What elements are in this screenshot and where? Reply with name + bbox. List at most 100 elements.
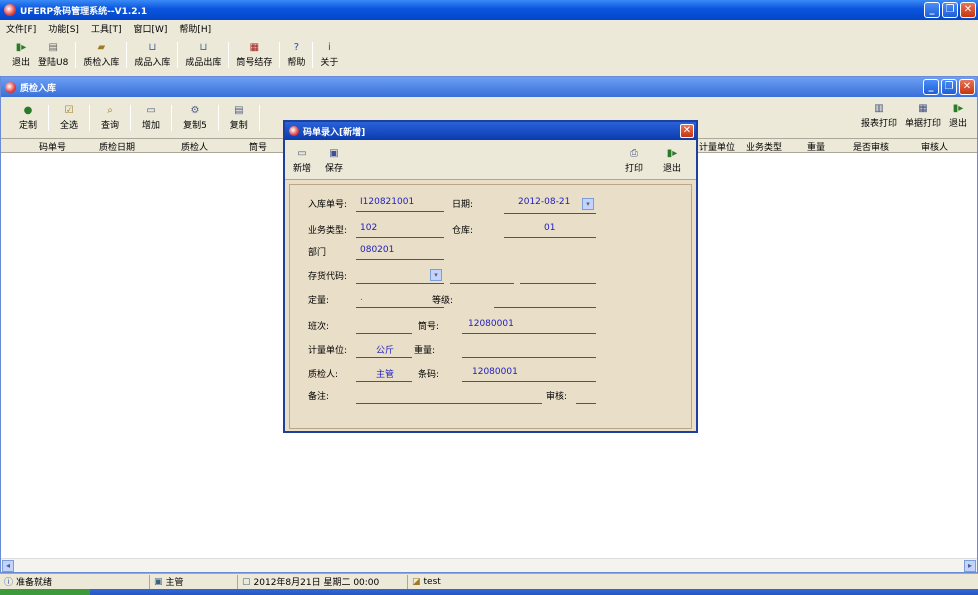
dialog-toolbar: ▭ 新增 ▣ 保存 ⎙ 打印 ▮▸ 退出 [285, 140, 696, 180]
customize-icon: ● [23, 104, 33, 116]
exit-icon: ▮▸ [15, 42, 27, 53]
minimize-button[interactable]: _ [924, 2, 940, 18]
inbound-no-label: 入库单号: [308, 200, 348, 210]
unit-field[interactable]: 公斤 [376, 343, 394, 356]
child-logo-icon [5, 81, 16, 93]
help-button[interactable]: ? 帮助 [283, 40, 309, 70]
menu-function[interactable]: 功能[S] [48, 22, 79, 35]
login-u8-button[interactable]: ▤ 登陆U8 [34, 40, 72, 70]
doc-print-icon: ▦ [918, 103, 928, 114]
taskbar [0, 589, 978, 595]
child-close-button[interactable]: ✕ [959, 79, 975, 95]
barcode-label: 条码: [418, 370, 440, 380]
exit-icon: ▮▸ [666, 148, 678, 159]
inspector-field[interactable]: 主管 [376, 367, 394, 380]
app-logo-icon [4, 4, 16, 16]
menubar: 文件[F] 功能[S] 工具[T] 窗口[W] 帮助[H] [0, 20, 978, 36]
doc-print-button[interactable]: ▦ 单据打印 [901, 101, 945, 131]
weight-label: 重量: [414, 346, 436, 356]
entry-form: 入库单号: I120821001 日期: 2012-08-21 ▾ 业务类型: … [289, 184, 692, 429]
copy5-button[interactable]: ⚙ 复制5 [175, 103, 215, 133]
about-button[interactable]: i 关于 [316, 40, 342, 70]
child-minimize-button[interactable]: _ [923, 79, 939, 95]
date-dropdown-icon[interactable]: ▾ [582, 198, 594, 210]
add-icon: ▭ [146, 104, 156, 116]
report-print-button[interactable]: ▥ 报表打印 [857, 101, 901, 131]
copy-icon: ▤ [234, 104, 244, 116]
status-db: test [423, 576, 441, 587]
col-header[interactable]: 重量 [807, 140, 825, 153]
biz-type-label: 业务类型: [308, 226, 348, 236]
restore-button[interactable]: ❐ [942, 2, 958, 18]
dept-field[interactable]: 080201 [360, 245, 394, 255]
dialog-print-button[interactable]: ⎙ 打印 [621, 146, 647, 176]
dialog-save-button[interactable]: ▣ 保存 [321, 146, 347, 176]
tube-field[interactable]: 12080001 [468, 319, 514, 329]
warehouse-field[interactable]: 01 [544, 223, 555, 233]
add-button[interactable]: ▭ 增加 [134, 103, 168, 133]
col-header[interactable]: 筒号 [249, 140, 267, 153]
copy-button[interactable]: ▤ 复制 [222, 103, 256, 133]
col-header[interactable]: 审核人 [921, 140, 948, 153]
start-button[interactable] [0, 589, 90, 595]
print-icon: ⎙ [630, 148, 638, 159]
status-user: 主管 [165, 578, 184, 588]
child-titlebar: 质检入库 _ ❐ ✕ [1, 77, 977, 97]
status-info-icon: ⓘ [4, 578, 14, 588]
calendar-icon: ▢ [242, 576, 251, 587]
child-exit-button[interactable]: ▮▸ 退出 [945, 101, 971, 131]
col-header[interactable]: 计量单位 [699, 140, 735, 153]
database-icon: ▤ [48, 42, 58, 53]
scroll-right-icon[interactable]: ▸ [964, 560, 976, 572]
select-all-icon: ☑ [64, 104, 74, 116]
shift-label: 班次: [308, 322, 330, 332]
inbound-no-field[interactable]: I120821001 [360, 197, 414, 207]
date-label: 日期: [452, 200, 474, 210]
fixed-field[interactable]: . [360, 293, 363, 303]
tube-stock-button[interactable]: ▦ 筒号结存 [232, 40, 276, 70]
database-icon: ◪ [412, 576, 421, 587]
col-header[interactable]: 业务类型 [746, 140, 782, 153]
horizontal-scrollbar[interactable]: ◂ ▸ [1, 558, 977, 572]
menu-window[interactable]: 窗口[W] [133, 22, 167, 35]
app-title: UFERP条码管理系统--V1.2.1 [20, 6, 148, 17]
customize-button[interactable]: ● 定制 [11, 103, 45, 133]
dialog-close-button[interactable]: ✕ [680, 124, 694, 138]
barcode-field[interactable]: 12080001 [472, 367, 518, 377]
scroll-left-icon[interactable]: ◂ [2, 560, 14, 572]
dialog-title: 码单录入[新增] [303, 127, 366, 138]
menu-tools[interactable]: 工具[T] [91, 22, 122, 35]
qc-inbound-button[interactable]: ▰ 质检入库 [79, 40, 123, 70]
dept-label: 部门 [308, 248, 327, 258]
dialog-new-button[interactable]: ▭ 新增 [289, 146, 315, 176]
report-print-icon: ▥ [874, 103, 884, 114]
tray-out-icon: ⊔ [199, 42, 208, 53]
col-header[interactable]: 质检日期 [99, 140, 135, 153]
col-header[interactable]: 码单号 [39, 140, 66, 153]
child-title: 质检入库 [20, 83, 57, 94]
query-icon: ⌕ [107, 104, 113, 116]
dialog-exit-button[interactable]: ▮▸ 退出 [659, 146, 685, 176]
inv-code-dropdown-icon[interactable]: ▾ [430, 269, 442, 281]
new-icon: ▭ [297, 148, 307, 159]
biz-type-field[interactable]: 102 [360, 223, 377, 233]
exit-icon: ▮▸ [952, 103, 964, 114]
menu-help[interactable]: 帮助[H] [179, 22, 211, 35]
close-button[interactable]: ✕ [960, 2, 976, 18]
menu-file[interactable]: 文件[F] [6, 22, 36, 35]
select-all-button[interactable]: ☑ 全选 [52, 103, 86, 133]
date-field[interactable]: 2012-08-21 [518, 197, 570, 207]
product-outbound-button[interactable]: ⊔ 成品出库 [181, 40, 225, 70]
col-header[interactable]: 是否审核 [853, 140, 889, 153]
product-inbound-button[interactable]: ⊔ 成品入库 [130, 40, 174, 70]
report-icon: ▦ [249, 42, 260, 53]
tray-in-icon: ⊔ [148, 42, 157, 53]
query-button[interactable]: ⌕ 查询 [93, 103, 127, 133]
col-header[interactable]: 质检人 [181, 140, 208, 153]
exit-button[interactable]: ▮▸ 退出 [8, 40, 34, 70]
barcode-entry-dialog: 码单录入[新增] ✕ ▭ 新增 ▣ 保存 ⎙ 打印 ▮▸ 退出 入库单号: I12082… [283, 120, 698, 433]
status-ready: 准备就绪 [16, 578, 53, 588]
app-titlebar: UFERP条码管理系统--V1.2.1 _ ❐ ✕ [0, 0, 978, 20]
child-restore-button[interactable]: ❐ [941, 79, 957, 95]
inbound-icon: ▰ [97, 42, 106, 53]
